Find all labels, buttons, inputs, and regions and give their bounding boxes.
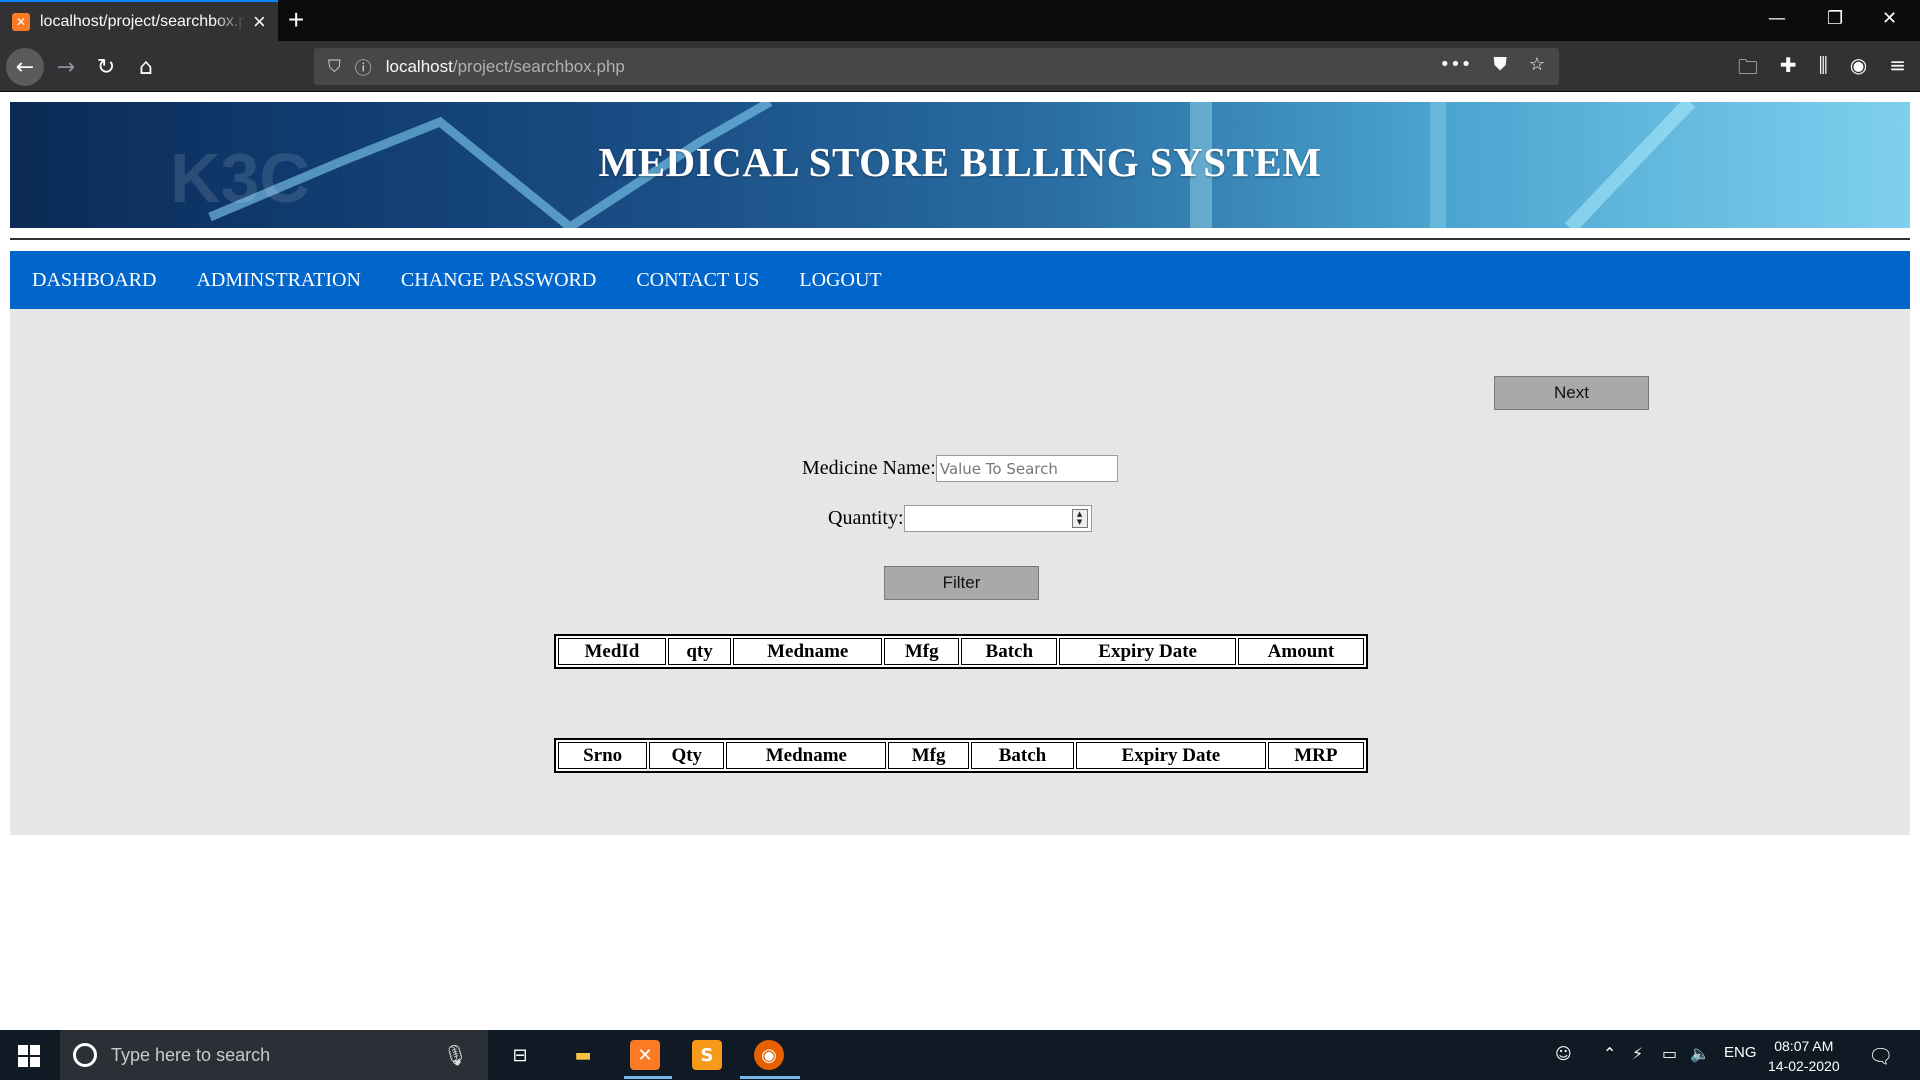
divider — [10, 238, 1910, 240]
quantity-label: Quantity: — [828, 507, 904, 529]
menu-administration[interactable]: ADMINSTRATION — [196, 269, 360, 292]
bookmark-star-icon[interactable]: ☆ — [1529, 54, 1545, 75]
col-medid: MedId — [558, 638, 666, 665]
col-expiry-date: Expiry Date — [1059, 638, 1236, 665]
xampp-favicon-icon: ✕ — [12, 12, 30, 31]
page-actions-icon[interactable]: ••• — [1440, 54, 1472, 75]
close-window-icon[interactable]: ✕ — [1882, 8, 1897, 29]
menu-change-password[interactable]: CHANGE PASSWORD — [401, 269, 596, 292]
pocket-icon[interactable]: ⛊ — [1493, 54, 1507, 75]
close-tab-icon[interactable]: × — [253, 10, 266, 33]
volume-icon[interactable]: 🔈 — [1690, 1044, 1710, 1063]
firefox-icon[interactable]: ◉ — [754, 1040, 784, 1070]
filter-button[interactable]: Filter — [884, 566, 1039, 600]
info-icon[interactable]: ⓘ — [355, 54, 372, 79]
shield-icon[interactable]: ⛉ — [328, 57, 341, 77]
reload-icon[interactable]: ↻ — [88, 49, 124, 85]
browser-nav-bar: ← → ↻ ⌂ ⛉ ⓘ localhost/project/searchbox.… — [0, 41, 1920, 92]
menu-icon[interactable]: ≡ — [1889, 53, 1906, 87]
col-mfg: Mfg — [888, 742, 969, 769]
next-button[interactable]: Next — [1494, 376, 1649, 410]
task-view-icon[interactable]: ⊟ — [505, 1040, 535, 1070]
col-expiry-date: Expiry Date — [1076, 742, 1266, 769]
xampp-icon[interactable]: ✕ — [630, 1040, 660, 1070]
url-bar[interactable]: ⛉ ⓘ localhost/project/searchbox.php ••• … — [314, 48, 1559, 85]
main-content: Next Medicine Name: Quantity: ▲▼ Filter … — [10, 309, 1910, 835]
notifications-icon[interactable]: 🗨 — [1868, 1044, 1893, 1068]
windows-taskbar: Type here to search 🎙 ⊟ ▬ ✕ S ◉ ☺ ⌃ ⚡ ▭ … — [0, 1030, 1920, 1080]
home-icon[interactable]: ⌂ — [128, 49, 164, 85]
restore-icon[interactable]: ❐ — [1827, 8, 1843, 29]
minimize-icon[interactable]: — — [1768, 8, 1786, 29]
quantity-spinner-icon[interactable]: ▲ ▼ — [1071, 509, 1088, 528]
microphone-icon[interactable]: 🎙 — [443, 1043, 468, 1067]
medicine-name-label: Medicine Name: — [802, 457, 936, 479]
xampp-active-indicator — [624, 1076, 672, 1079]
col-batch: Batch — [970, 742, 1075, 769]
col-batch: Batch — [961, 638, 1058, 665]
clock-time: 08:07 AM — [1774, 1038, 1834, 1054]
menu-logout[interactable]: LOGOUT — [799, 269, 881, 292]
table-header-row: Srno Qty Medname Mfg Batch Expiry Date M… — [558, 742, 1364, 769]
medicine-name-input[interactable] — [935, 455, 1118, 482]
network-icon[interactable]: ⚡ — [1632, 1044, 1643, 1063]
medicine-name-row: Medicine Name: — [802, 455, 1118, 482]
sublime-text-icon[interactable]: S — [692, 1040, 722, 1070]
account-icon[interactable]: ◉ — [1850, 53, 1867, 87]
battery-icon[interactable]: ▭ — [1662, 1044, 1677, 1063]
people-icon[interactable]: ☺ — [1555, 1044, 1572, 1063]
taskbar-search-placeholder: Type here to search — [111, 1044, 271, 1065]
col-medname: Medname — [733, 638, 883, 665]
new-tab-icon[interactable]: + — [288, 4, 304, 36]
col-medname: Medname — [726, 742, 887, 769]
quantity-row: Quantity: ▲ ▼ — [828, 505, 1092, 532]
cortana-icon — [73, 1043, 97, 1067]
taskbar-search[interactable]: Type here to search 🎙 — [60, 1030, 488, 1080]
col-mfg: Mfg — [884, 638, 960, 665]
system-clock[interactable]: 08:07 AM 14-02-2020 — [1768, 1036, 1840, 1076]
url-text[interactable]: localhost/project/searchbox.php — [386, 57, 625, 77]
back-icon[interactable]: ← — [6, 48, 44, 86]
col-srno: Srno — [558, 742, 648, 769]
menu-dashboard[interactable]: DASHBOARD — [32, 269, 156, 292]
firefox-active-indicator — [740, 1076, 800, 1079]
downloads-folder-icon[interactable]: 🗀 — [1738, 53, 1758, 87]
col-amount: Amount — [1237, 638, 1364, 665]
col-qty: Qty — [649, 742, 725, 769]
medicine-search-table: MedId qty Medname Mfg Batch Expiry Date … — [554, 634, 1368, 669]
browser-tab[interactable]: ✕ localhost/project/searchbox.php × — [0, 0, 278, 41]
col-mrp: MRP — [1267, 742, 1364, 769]
table-header-row: MedId qty Medname Mfg Batch Expiry Date … — [558, 638, 1364, 665]
col-qty: qty — [667, 638, 732, 665]
file-explorer-icon[interactable]: ▬ — [568, 1040, 598, 1070]
extensions-icon[interactable]: ✚ — [1780, 53, 1797, 87]
browser-tab-bar: ✕ localhost/project/searchbox.php × + — … — [0, 0, 1920, 41]
menu-contact-us[interactable]: CONTACT US — [636, 269, 759, 292]
quantity-input[interactable]: ▲ ▼ — [903, 505, 1092, 532]
show-hidden-icons-icon[interactable]: ⌃ — [1603, 1044, 1616, 1063]
url-host: localhost — [385, 56, 453, 76]
tab-title: localhost/project/searchbox.php — [40, 12, 245, 30]
clock-date: 14-02-2020 — [1768, 1058, 1840, 1074]
library-icon[interactable]: ⫼ — [1819, 53, 1828, 87]
bill-items-table: Srno Qty Medname Mfg Batch Expiry Date M… — [554, 738, 1368, 773]
language-indicator[interactable]: ENG — [1724, 1044, 1757, 1061]
forward-icon[interactable]: → — [48, 49, 84, 85]
page-title: MEDICAL STORE BILLING SYSTEM — [598, 139, 1322, 185]
header-banner: K3C MEDICAL STORE BILLING SYSTEM — [10, 102, 1910, 228]
url-path: /project/searchbox.php — [452, 56, 625, 76]
windows-start-icon[interactable] — [18, 1045, 40, 1067]
main-menu: DASHBOARD ADMINSTRATION CHANGE PASSWORD … — [10, 251, 1910, 309]
